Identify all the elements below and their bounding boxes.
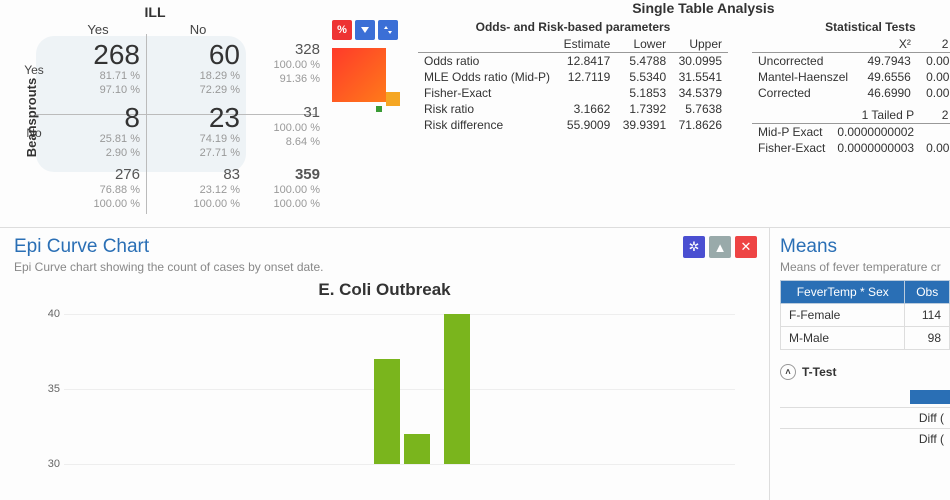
ttest-section-toggle[interactable]: ˄ T-Test <box>780 364 950 380</box>
col2-total: 83 <box>156 166 240 183</box>
close-button[interactable]: ✕ <box>735 236 757 258</box>
triangle-up-icon: ▲ <box>714 240 727 255</box>
single-table-analysis-panel: Single Table Analysis Odds- and Risk-bas… <box>402 0 950 227</box>
analysis-title: Single Table Analysis <box>418 0 950 16</box>
gear-icon: ✲ <box>689 239 700 255</box>
row-variable-label: Beansprouts <box>24 78 39 157</box>
ttest-col-header <box>910 390 950 404</box>
col-header-no: No <box>148 20 248 39</box>
ttest-diff-row: Diff ( <box>780 428 950 449</box>
epi-panel-title: Epi Curve Chart <box>14 236 755 258</box>
cell-r2c2-count: 23 <box>156 104 240 132</box>
cell-r2c1-count: 8 <box>56 104 140 132</box>
odds-risk-subtitle: Odds- and Risk-based parameters <box>418 20 728 34</box>
y-tick: 40 <box>48 308 60 320</box>
bar <box>444 314 470 464</box>
epi-panel-subtitle: Epi Curve chart showing the count of cas… <box>14 260 755 274</box>
row1-total: 328 <box>256 41 320 58</box>
epi-bar-chart: 40 35 30 <box>64 314 735 464</box>
cell-r1c2-count: 60 <box>156 41 240 69</box>
odds-risk-table: EstimateLowerUpper Odds ratio12.84175.47… <box>418 36 728 133</box>
chart-title: E. Coli Outbreak <box>14 280 755 300</box>
epi-curve-panel: Epi Curve Chart Epi Curve chart showing … <box>0 228 770 500</box>
percent-toggle-button[interactable]: % <box>332 20 352 40</box>
collapse-button[interactable]: ▲ <box>709 236 731 258</box>
sort-asc-desc-button[interactable] <box>378 20 398 40</box>
chi-square-table: X²2 Tailed Uncorrected49.79430.0000000 M… <box>752 36 950 101</box>
means-panel: Means Means of fever temperature cr Feve… <box>770 228 950 500</box>
y-tick: 35 <box>48 383 60 395</box>
means-table: FeverTemp * SexObs F-Female114 M-Male98 <box>780 280 950 350</box>
bar <box>404 434 430 464</box>
col1-total: 276 <box>56 166 140 183</box>
chevron-up-icon: ˄ <box>780 364 796 380</box>
row2-total: 31 <box>256 104 320 121</box>
cell-heatmap <box>332 48 402 118</box>
exact-tests-table: 1 Tailed P2 Tailed Mid-P Exact0.00000000… <box>752 107 950 156</box>
means-subtitle: Means of fever temperature cr <box>780 260 950 274</box>
stat-tests-subtitle: Statistical Tests <box>752 20 950 34</box>
grand-total: 359 <box>256 166 320 183</box>
y-tick: 30 <box>48 458 60 470</box>
sort-desc-button[interactable] <box>355 20 375 40</box>
cell-r1c1-count: 268 <box>56 41 140 69</box>
col-header-yes: Yes <box>48 20 148 39</box>
close-icon: ✕ <box>741 239 752 255</box>
means-title: Means <box>780 236 950 258</box>
bar <box>374 359 400 464</box>
settings-button[interactable]: ✲ <box>683 236 705 258</box>
heatmap-mini-panel: % <box>332 0 402 227</box>
column-variable-label: ILL <box>50 4 260 20</box>
ttest-diff-row: Diff ( <box>780 407 950 428</box>
two-by-two-panel: ILL Beansprouts Yes No Yes 268 81.71 % 9… <box>0 0 332 227</box>
